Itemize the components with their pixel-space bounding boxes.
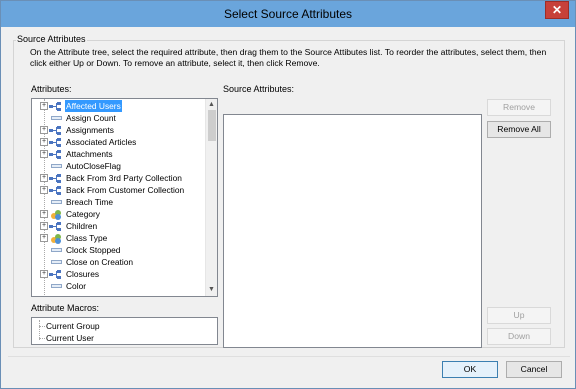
tree-item[interactable]: + Assignments	[32, 124, 206, 136]
tree-item-label: Close on Creation	[66, 257, 134, 267]
tree-item[interactable]: + Affected Users	[32, 100, 206, 112]
tree-item[interactable]: + Back From Customer Collection	[32, 184, 206, 196]
tree-item-label: Category	[66, 209, 100, 219]
expand-icon[interactable]: +	[40, 210, 48, 218]
field-icon	[51, 260, 62, 264]
footer-divider	[8, 356, 570, 357]
remove-button[interactable]: Remove	[487, 99, 551, 116]
macro-item-current-user[interactable]: Current User	[46, 332, 94, 344]
tree-item-label: Clock Stopped	[66, 245, 121, 255]
window-title: Select Source Attributes	[223, 7, 353, 21]
expand-icon[interactable]: +	[40, 174, 48, 182]
ok-button[interactable]: OK	[442, 361, 498, 378]
field-icon	[51, 116, 62, 120]
tree-item-label: Associated Articles	[66, 137, 137, 147]
source-attributes-label: Source Attributes:	[223, 84, 295, 94]
tree-item[interactable]: Assign Count	[32, 112, 206, 124]
tree-item-label: Children	[66, 221, 98, 231]
tree-item[interactable]: Color	[32, 280, 206, 292]
field-icon	[51, 284, 62, 288]
tree-item-label: Breach Time	[66, 197, 114, 207]
attribute-macros-tree[interactable]: Current Group Current User	[31, 317, 218, 345]
group-label: Source Attributes	[16, 34, 87, 44]
collection-icon	[49, 174, 62, 183]
expand-icon[interactable]: +	[40, 150, 48, 158]
tree-item[interactable]: + Closures	[32, 268, 206, 280]
tree-item[interactable]: + Attachments	[32, 148, 206, 160]
macro-tick	[39, 338, 45, 339]
close-button[interactable]: ✕	[545, 1, 569, 19]
attributes-label: Attributes:	[31, 84, 72, 94]
down-button[interactable]: Down	[487, 328, 551, 345]
scrollbar-thumb[interactable]	[208, 110, 216, 141]
dialog-window: Select Source Attributes ✕ Source Attrib…	[0, 0, 576, 389]
tree-item[interactable]: Clock Stopped	[32, 244, 206, 256]
tree-item[interactable]: + Class Type	[32, 232, 206, 244]
tree-item-label: Assignments	[66, 125, 114, 135]
tree-item-label: Class Type	[66, 233, 108, 243]
remove-all-button[interactable]: Remove All	[487, 121, 551, 138]
collection-icon	[49, 126, 62, 135]
collection-icon	[49, 102, 62, 111]
field-icon	[51, 164, 62, 168]
collection-icon	[49, 186, 62, 195]
tree-item[interactable]: + Back From 3rd Party Collection	[32, 172, 206, 184]
collection-icon	[49, 270, 62, 279]
source-attributes-list[interactable]	[223, 114, 482, 348]
tree-item[interactable]: Breach Time	[32, 196, 206, 208]
category-icon	[51, 210, 61, 220]
expand-icon[interactable]: +	[40, 126, 48, 134]
dialog-client-area: Source Attributes On the Attribute tree,…	[8, 28, 570, 383]
macro-tick	[39, 326, 45, 327]
tree-item[interactable]: AutoCloseFlag	[32, 160, 206, 172]
expand-icon[interactable]: +	[40, 138, 48, 146]
category-icon	[51, 234, 61, 244]
tree-item-label: Back From 3rd Party Collection	[66, 173, 182, 183]
scroll-down-arrow-icon[interactable]: ▼	[206, 284, 217, 296]
up-button[interactable]: Up	[487, 307, 551, 324]
expand-icon[interactable]: +	[40, 186, 48, 194]
attribute-tree[interactable]: + Affected Users Assign Count + Assignments +…	[31, 98, 218, 297]
collection-icon	[49, 222, 62, 231]
macro-connector-line	[39, 320, 40, 340]
cancel-button[interactable]: Cancel	[506, 361, 562, 378]
tree-item-label: Affected Users	[65, 100, 122, 112]
collection-icon	[49, 150, 62, 159]
tree-item-label: Back From Customer Collection	[66, 185, 185, 195]
expand-icon[interactable]: +	[40, 222, 48, 230]
field-icon	[51, 248, 62, 252]
tree-item[interactable]: Close on Creation	[32, 256, 206, 268]
expand-icon[interactable]: +	[40, 270, 48, 278]
tree-item-label: Assign Count	[66, 113, 116, 123]
macro-item-current-group[interactable]: Current Group	[46, 320, 100, 332]
tree-item[interactable]: + Children	[32, 220, 206, 232]
instructions-text: On the Attribute tree, select the requir…	[30, 47, 547, 68]
attribute-macros-label: Attribute Macros:	[31, 303, 100, 313]
tree-vertical-scrollbar[interactable]: ▲ ▼	[205, 99, 217, 296]
collection-icon	[49, 138, 62, 147]
title-bar[interactable]: Select Source Attributes ✕	[1, 1, 575, 27]
tree-item[interactable]: + Category	[32, 208, 206, 220]
tree-item-label: Color	[66, 281, 87, 291]
tree-item-label: Attachments	[66, 149, 113, 159]
tree-item[interactable]: + Associated Articles	[32, 136, 206, 148]
tree-rows: + Affected Users Assign Count + Assignments +…	[32, 100, 206, 292]
expand-icon[interactable]: +	[40, 102, 48, 110]
expand-icon[interactable]: +	[40, 234, 48, 242]
close-icon: ✕	[551, 3, 563, 17]
tree-item-label: Closures	[66, 269, 100, 279]
tree-item-label: AutoCloseFlag	[66, 161, 121, 171]
field-icon	[51, 200, 62, 204]
